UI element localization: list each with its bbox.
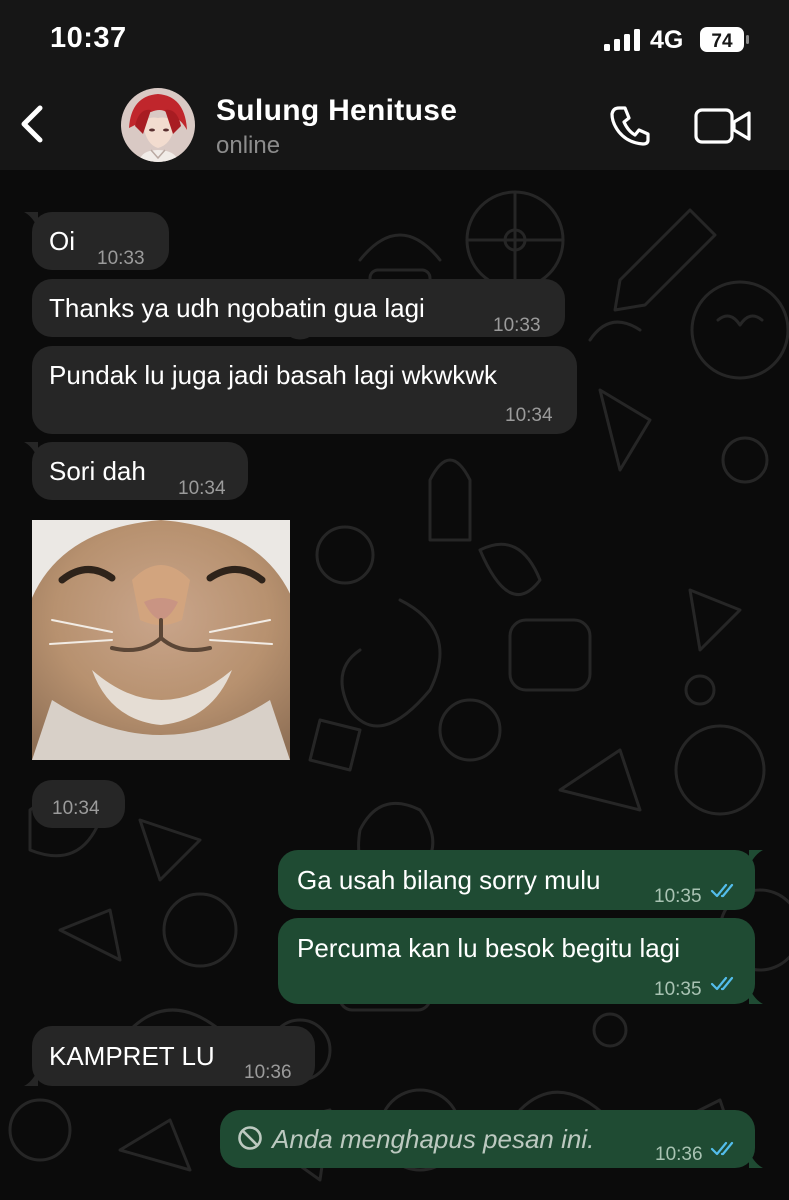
- message-bubble-incoming[interactable]: Pundak lu juga jadi basah lagi wkwkwk 10…: [32, 346, 577, 434]
- battery-icon: 74: [700, 27, 749, 52]
- bubble-tail: [24, 442, 38, 458]
- double-check-icon: [710, 976, 734, 991]
- contact-name[interactable]: Sulung Henituse: [216, 94, 457, 128]
- message-text: Pundak lu juga jadi basah lagi wkwkwk: [49, 360, 498, 390]
- contact-status: online: [216, 132, 281, 159]
- chat-area[interactable]: Oi 10:33 Thanks ya udh ngobatin gua lagi…: [0, 170, 789, 1200]
- signal-icon: [604, 29, 640, 51]
- cat-sticker-image[interactable]: [32, 520, 290, 760]
- phone-icon[interactable]: [606, 102, 654, 150]
- bubble-tail: [749, 1152, 763, 1168]
- message-bubble-incoming[interactable]: KAMPRET LU 10:36: [24, 1026, 315, 1086]
- double-check-icon: [710, 883, 734, 898]
- message-time: 10:33: [97, 248, 145, 269]
- network-type: 4G: [650, 26, 684, 54]
- message-text: Sori dah: [49, 456, 146, 486]
- video-camera-icon[interactable]: [694, 106, 752, 146]
- message-text: Percuma kan lu besok begitu lagi: [297, 933, 681, 963]
- message-bubble-incoming[interactable]: Oi 10:33: [24, 212, 169, 270]
- message-bubble-outgoing[interactable]: Percuma kan lu besok begitu lagi 10:35: [278, 918, 763, 1004]
- message-bubble-outgoing[interactable]: Ga usah bilang sorry mulu 10:35: [278, 850, 763, 910]
- message-time: 10:34: [52, 798, 100, 819]
- battery-level: 74: [711, 31, 733, 52]
- message-time: 10:36: [655, 1144, 703, 1165]
- double-check-icon: [710, 1141, 734, 1156]
- message-text: KAMPRET LU: [49, 1041, 215, 1071]
- back-chevron-icon[interactable]: [14, 102, 54, 146]
- message-time: 10:35: [654, 886, 702, 907]
- message-text: Oi: [49, 226, 75, 256]
- message-bubble-incoming[interactable]: Sori dah 10:34: [24, 442, 248, 500]
- message-text: Ga usah bilang sorry mulu: [297, 865, 601, 895]
- bubble-tail: [24, 1070, 38, 1086]
- ban-icon: [238, 1126, 262, 1150]
- status-bar: 10:37 4G 74: [0, 0, 789, 82]
- message-text: Anda menghapus pesan ini.: [272, 1124, 595, 1154]
- message-bubble-outgoing-deleted[interactable]: Anda menghapus pesan ini. 10:36: [220, 1110, 763, 1168]
- status-time: 10:37: [50, 22, 127, 54]
- bubble-tail: [749, 850, 763, 866]
- message-time: 10:36: [244, 1062, 292, 1083]
- message-time: 10:33: [493, 315, 541, 336]
- bubble-tail: [749, 988, 763, 1004]
- chat-header: Sulung Henituse online: [0, 82, 789, 170]
- message-bubble-incoming[interactable]: Thanks ya udh ngobatin gua lagi 10:33: [32, 279, 565, 337]
- message-bubble-incoming[interactable]: 10:34: [32, 780, 125, 828]
- message-time: 10:34: [505, 405, 553, 426]
- message-time: 10:35: [654, 979, 702, 1000]
- message-time: 10:34: [178, 478, 226, 499]
- chat-screen: 10:37 4G 74 Sulung Henituse online Oi 10…: [0, 0, 789, 1200]
- avatar[interactable]: [121, 88, 195, 162]
- message-text: Thanks ya udh ngobatin gua lagi: [49, 293, 425, 323]
- bubble-tail: [24, 212, 38, 228]
